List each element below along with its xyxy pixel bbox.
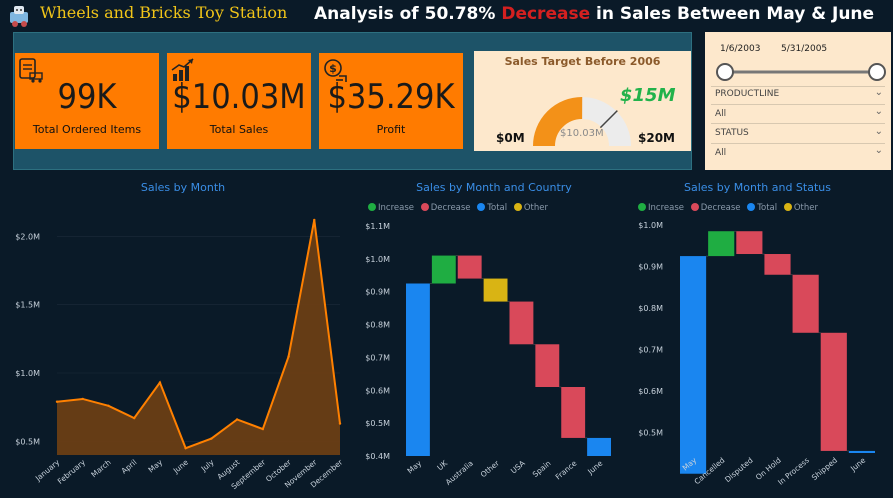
waterfall-bar <box>509 301 534 345</box>
waterfall-bar <box>764 254 791 275</box>
x-tick-label: In Process <box>776 456 811 487</box>
x-tick-label: France <box>554 458 579 481</box>
y-tick-label: $0.9M <box>638 262 663 271</box>
waterfall-bar <box>406 283 430 456</box>
x-tick-label: June <box>171 457 190 475</box>
waterfall-bar <box>535 344 560 387</box>
y-tick-label: $0.6M <box>638 387 663 396</box>
data-point <box>184 446 187 450</box>
y-tick-label: $2.0M <box>15 232 40 241</box>
waterfall-bar <box>820 332 847 451</box>
waterfall-bar <box>483 278 508 302</box>
x-tick-label: Other <box>479 458 502 479</box>
x-tick-label: April <box>120 458 139 476</box>
waterfall-bar <box>848 450 875 453</box>
x-tick-label: May <box>147 457 165 474</box>
y-tick-label: $1.0M <box>15 369 40 378</box>
data-point <box>338 422 342 425</box>
y-tick-label: $0.9M <box>365 288 390 297</box>
y-tick-label: $0.6M <box>365 386 390 395</box>
sales-by-month-chart: $0.5M$1.0M$1.5M$2.0MJanuaryFebruary March… <box>15 218 875 491</box>
waterfall-bar <box>736 231 763 255</box>
waterfall-bar <box>561 387 586 438</box>
y-tick-label: $0.5M <box>638 428 663 437</box>
y-tick-label: $0.5M <box>365 419 390 428</box>
y-tick-label: $0.7M <box>638 345 663 354</box>
data-point <box>313 218 316 222</box>
x-tick-label: May <box>406 458 424 475</box>
area-fill <box>57 219 340 455</box>
x-tick-label: February <box>56 457 88 486</box>
data-point <box>210 437 213 440</box>
data-point <box>107 404 110 407</box>
data-point <box>287 355 290 358</box>
x-tick-label: Australia <box>444 459 475 487</box>
x-tick-label: June <box>848 455 867 473</box>
data-point <box>81 397 84 401</box>
data-point <box>235 418 239 421</box>
x-tick-label: July <box>199 457 216 474</box>
y-tick-label: $0.7M <box>365 353 390 362</box>
waterfall-bar <box>431 255 456 284</box>
y-tick-label: $0.5M <box>15 437 40 446</box>
x-tick-label: Spain <box>531 458 553 479</box>
data-point <box>261 427 265 431</box>
waterfall-bar <box>680 256 707 474</box>
y-tick-label: $1.0M <box>638 221 663 230</box>
y-tick-label: $0.8M <box>365 321 390 330</box>
waterfall-bar <box>587 437 611 456</box>
x-tick-label: Shipped <box>810 455 839 482</box>
x-tick-label: UK <box>435 458 450 472</box>
y-tick-label: $0.8M <box>638 304 663 313</box>
y-tick-label: $1.1M <box>365 222 390 231</box>
y-tick-label: $1.0M <box>365 255 390 264</box>
y-tick-label: $0.4M <box>365 452 390 461</box>
waterfall-bar <box>708 231 735 257</box>
x-tick-label: USA <box>509 458 527 475</box>
x-tick-label: Disputed <box>723 455 755 484</box>
waterfall-bar <box>457 255 482 279</box>
waterfall-bar <box>792 274 819 333</box>
data-point <box>132 416 136 420</box>
x-tick-label: June <box>585 458 604 476</box>
data-point <box>55 400 59 403</box>
data-point <box>158 381 162 384</box>
x-tick-label: March <box>89 457 112 479</box>
y-tick-label: $1.5M <box>15 301 40 310</box>
